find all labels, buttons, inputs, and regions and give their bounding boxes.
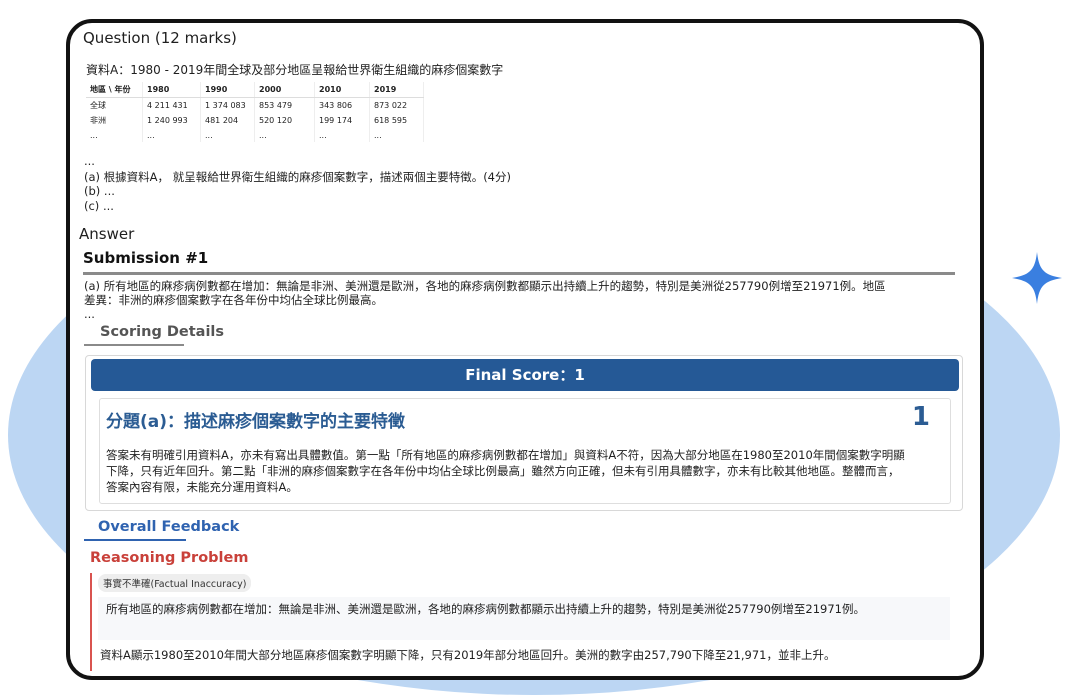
table-row: ... ... ... ... ... ... [86, 128, 424, 142]
question-ellipsis: ... [84, 154, 95, 168]
problem-explanation: 資料A顯示1980至2010年間大部分地區麻疹個案數字明顯下降，只有2019年部… [100, 648, 836, 662]
table-cell: 1 240 993 [142, 113, 201, 128]
question-part-c: (c) ... [84, 199, 114, 213]
sub-question-panel: 分題(a)：描述麻疹個案數字的主要特徵 1 答案未有明確引用資料A，亦未有寫出具… [99, 398, 951, 504]
submission-title: Submission #1 [83, 249, 209, 267]
question-part-b: (b) ... [84, 184, 115, 198]
grading-card: Question (12 marks) 資料A：1980 - 2019年間全球及… [66, 19, 984, 680]
final-score-bar: Final Score：1 [91, 359, 959, 391]
table-cell: ... [86, 128, 143, 142]
sparkle-icon [1012, 252, 1062, 304]
table-cell: 618 595 [369, 113, 424, 128]
table-cell: 853 479 [254, 97, 315, 113]
table-cell: 1 374 083 [200, 97, 255, 113]
answer-label: Answer [79, 225, 135, 243]
table-cell: ... [200, 128, 255, 142]
overall-feedback-title: Overall Feedback [98, 519, 240, 535]
table-cell: ... [314, 128, 370, 142]
table-header-cell: 2010 [314, 82, 370, 98]
submission-divider [83, 272, 955, 275]
sub-question-score: 1 [911, 402, 930, 432]
score-panel: Final Score：1 分題(a)：描述麻疹個案數字的主要特徵 1 答案未有… [85, 355, 963, 511]
table-header-cell: 地區 \ 年份 [86, 82, 143, 98]
table-row: 非洲 1 240 993 481 204 520 120 199 174 618… [86, 113, 424, 128]
reasoning-problem-title: Reasoning Problem [90, 550, 249, 566]
sub-question-title: 分題(a)：描述麻疹個案數字的主要特徵 [106, 412, 406, 432]
table-cell: 343 806 [314, 97, 370, 113]
table-header-row: 地區 \ 年份 1980 1990 2000 2010 2019 [86, 82, 424, 98]
table-header-cell: 2000 [254, 82, 315, 98]
table-cell: 481 204 [200, 113, 255, 128]
problem-tag: 事實不準確(Factual Inaccuracy) [98, 574, 252, 592]
quoted-answer: 所有地區的麻疹病例數都在增加：無論是非洲、美洲還是歐洲，各地的麻疹病例數都顯示出… [98, 597, 950, 640]
question-title: Question (12 marks) [83, 29, 237, 47]
table-header-cell: 1990 [200, 82, 255, 98]
scoring-details-title: Scoring Details [100, 324, 225, 340]
table-cell: ... [369, 128, 424, 142]
table-header-cell: 1980 [142, 82, 201, 98]
source-data-table: 地區 \ 年份 1980 1990 2000 2010 2019 全球 4 21… [86, 82, 424, 142]
question-part-a: (a) 根據資料A， 就呈報給世界衛生組織的麻疹個案數字，描述兩個主要特徵。(4… [84, 170, 511, 184]
table-cell: ... [254, 128, 315, 142]
answer-text: (a) 所有地區的麻疹病例數都在增加：無論是非洲、美洲還是歐洲，各地的麻疹病例數… [84, 279, 964, 321]
table-cell: ... [142, 128, 201, 142]
reasoning-problem-block: 事實不準確(Factual Inaccuracy) 所有地區的麻疹病例數都在增加… [90, 573, 956, 671]
answer-line: ... [84, 307, 95, 321]
table-cell: 199 174 [314, 113, 370, 128]
scoring-details-underline [84, 344, 184, 346]
scoring-reasoning: 答案未有明確引用資料A，亦未有寫出具體數值。第一點「所有地區的麻疹病例數都在增加… [106, 448, 905, 494]
table-cell: 全球 [86, 97, 143, 113]
table-cell: 非洲 [86, 113, 143, 128]
table-cell: 520 120 [254, 113, 315, 128]
answer-line: (a) 所有地區的麻疹病例數都在增加：無論是非洲、美洲還是歐洲，各地的麻疹病例數… [84, 279, 886, 293]
table-row: 全球 4 211 431 1 374 083 853 479 343 806 8… [86, 97, 424, 113]
table-cell: 873 022 [369, 97, 424, 113]
table-cell: 4 211 431 [142, 97, 201, 113]
overall-feedback-underline [84, 539, 186, 541]
source-title: 資料A：1980 - 2019年間全球及部分地區呈報給世界衛生組織的麻疹個案數字 [86, 63, 504, 77]
answer-line: 差異：非洲的麻疹個案數字在各年份中均佔全球比例最高。 [84, 293, 383, 307]
table-header-cell: 2019 [369, 82, 424, 98]
